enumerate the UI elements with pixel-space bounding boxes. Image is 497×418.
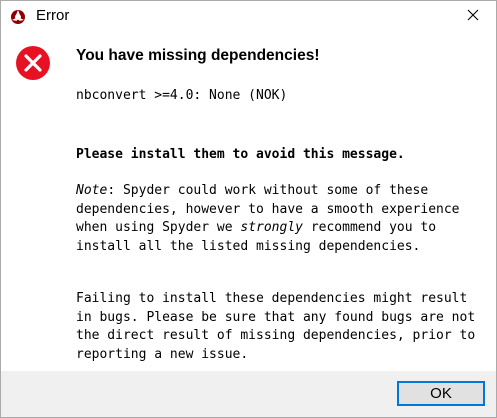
note-paragraph: Note: Spyder could work without some of … <box>76 182 486 256</box>
close-icon <box>467 8 479 26</box>
ok-button[interactable]: OK <box>397 381 485 406</box>
spyder-icon <box>10 9 26 25</box>
window-title: Error <box>36 7 70 24</box>
note-emphasis: strongly <box>240 220 303 236</box>
missing-dependency-line: nbconvert >=4.0: None (NOK) <box>76 88 288 103</box>
failing-paragraph: Failing to install these dependencies mi… <box>76 291 476 362</box>
dialog-headline: You have missing dependencies! <box>76 47 320 64</box>
close-button[interactable] <box>450 1 496 32</box>
button-bar: OK <box>1 371 496 417</box>
error-icon <box>15 45 51 81</box>
install-instruction: Please install them to avoid this messag… <box>76 147 405 162</box>
error-dialog: Error You have missing dependencies! nbc… <box>0 0 497 418</box>
note-label: Note <box>76 183 108 198</box>
title-bar: Error <box>1 1 496 32</box>
